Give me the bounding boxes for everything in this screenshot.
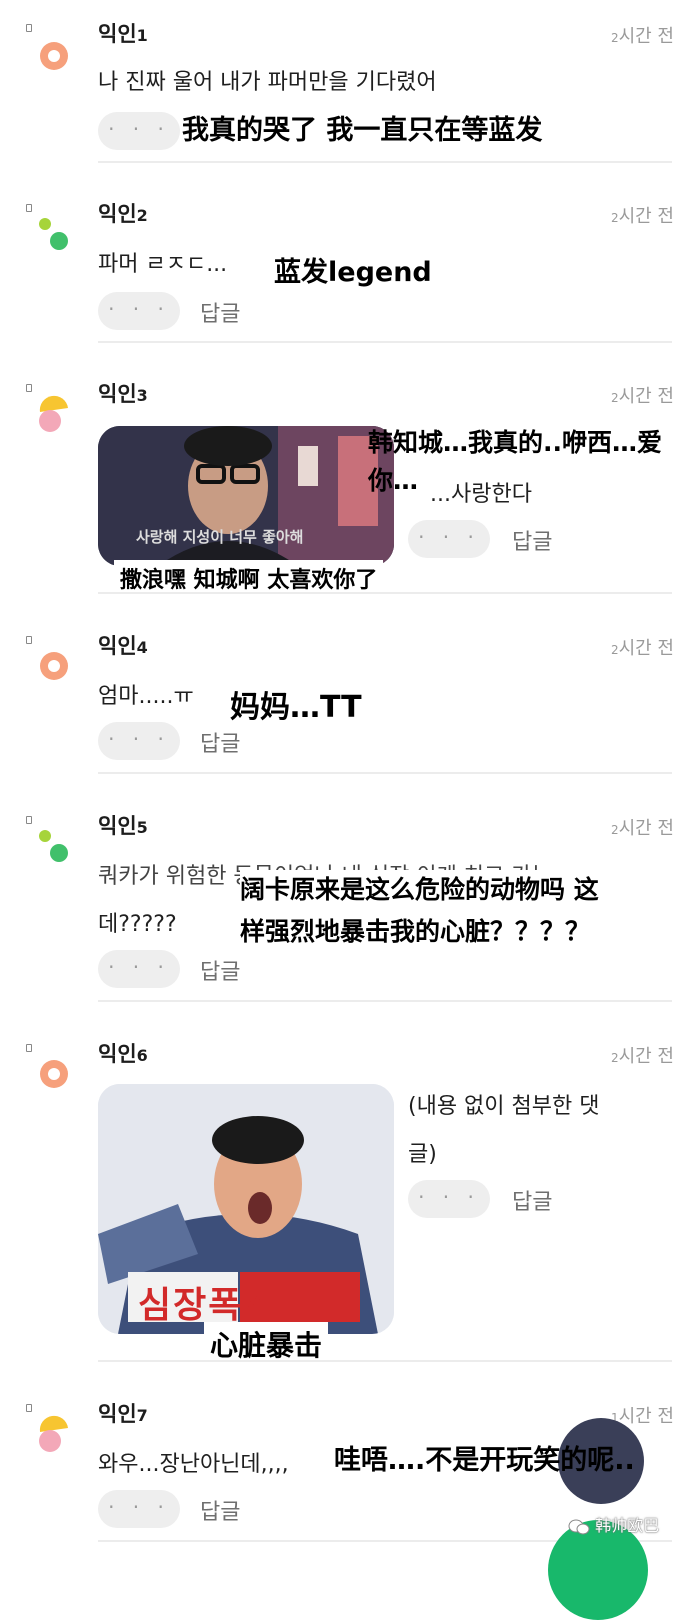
- comment-text: 와우...장난아닌데,,,,: [98, 1452, 289, 1477]
- author-name[interactable]: 익인4: [98, 630, 148, 660]
- pin-icon: [26, 1404, 32, 1412]
- pin-icon: [26, 24, 32, 32]
- reply-button[interactable]: 답글: [200, 726, 240, 758]
- orange-avatar: [40, 1060, 68, 1088]
- more-options-button[interactable]: · · ·: [98, 722, 180, 760]
- divider: [98, 772, 672, 774]
- wechat-icon: [568, 1519, 590, 1534]
- comment-text-line2: 데?????: [98, 912, 177, 937]
- timestamp: 2시간 전: [610, 818, 674, 839]
- image-subtitle: 撒浪嘿 知城啊 太喜欢你了: [114, 560, 384, 596]
- divider: [98, 1000, 672, 1002]
- translation-subtitle: 阔卡原来是这么危险的动物吗 这: [240, 870, 599, 906]
- divider: [98, 592, 672, 594]
- orange-avatar: [40, 42, 68, 70]
- translation-subtitle: 我真的哭了 我一直只在等蓝发: [182, 108, 543, 147]
- divider: [98, 1360, 672, 1362]
- author-name[interactable]: 익인5: [98, 810, 148, 840]
- pin-icon: [26, 204, 32, 212]
- green-dots-avatar: [39, 830, 68, 862]
- yellow-pink-avatar: [39, 395, 68, 432]
- comment-text: 나 진짜 울어 내가 파머만을 기다렸어: [98, 70, 437, 95]
- author-name[interactable]: 익인3: [98, 378, 148, 408]
- reply-button[interactable]: 답글: [512, 1184, 552, 1216]
- pin-icon: [26, 816, 32, 824]
- attached-image[interactable]: 사랑해 지성이 너무 좋아해: [98, 426, 394, 566]
- comment-text: (내용 없이 첨부한 댓: [408, 1094, 600, 1119]
- reply-button[interactable]: 답글: [200, 296, 240, 328]
- pin-icon: [26, 636, 32, 644]
- more-options-button[interactable]: · · ·: [408, 1180, 490, 1218]
- more-options-button[interactable]: · · ·: [98, 292, 180, 330]
- yellow-pink-avatar: [39, 1415, 68, 1452]
- comment-text-line2: 글): [408, 1142, 437, 1167]
- more-options-button[interactable]: · · ·: [408, 520, 490, 558]
- pin-icon: [26, 1044, 32, 1052]
- more-options-button[interactable]: · · ·: [98, 112, 180, 150]
- timestamp: 2시간 전: [610, 206, 674, 227]
- more-options-button[interactable]: · · ·: [98, 1490, 180, 1528]
- translation-subtitle: 哇唔….不是开玩笑的呢..: [334, 1445, 635, 1476]
- comment-text: 엄마.....ㅠ: [98, 684, 194, 709]
- comment-text: 파머 ㄹㅈㄷ...: [98, 252, 228, 277]
- reply-button[interactable]: 답글: [200, 1494, 240, 1526]
- author-name[interactable]: 익인2: [98, 198, 148, 228]
- reply-button[interactable]: 답글: [200, 954, 240, 986]
- timestamp: 2시간 전: [610, 386, 674, 407]
- green-dots-avatar: [39, 218, 68, 250]
- author-name[interactable]: 익인6: [98, 1038, 148, 1068]
- image-caption: 사랑해 지성이 너무 좋아해: [136, 528, 304, 546]
- pin-icon: [26, 384, 32, 392]
- translation-subtitle: 蓝发legend: [274, 250, 432, 289]
- translation-subtitle: 妈妈…TT: [230, 682, 362, 726]
- image-caption: 심장폭격: [138, 1285, 279, 1326]
- reply-button[interactable]: 답글: [512, 524, 552, 556]
- divider: [98, 161, 672, 163]
- more-options-button[interactable]: · · ·: [98, 950, 180, 988]
- author-name[interactable]: 익인7: [98, 1398, 148, 1428]
- timestamp: 2시간 전: [610, 1046, 674, 1067]
- watermark: 韩帅欧巴: [568, 1512, 659, 1536]
- translation-subtitle: 韩知城…我真的..咿西…爱你…: [368, 428, 662, 495]
- author-name[interactable]: 익인1: [98, 18, 148, 48]
- divider: [98, 341, 672, 343]
- attached-image[interactable]: 심장폭격: [98, 1084, 394, 1334]
- orange-avatar: [40, 652, 68, 680]
- timestamp: 2시간 전: [610, 638, 674, 659]
- translation-subtitle-line2: 样强烈地暴击我的心脏？？？？: [240, 912, 591, 948]
- timestamp: 2시간 전: [610, 26, 674, 47]
